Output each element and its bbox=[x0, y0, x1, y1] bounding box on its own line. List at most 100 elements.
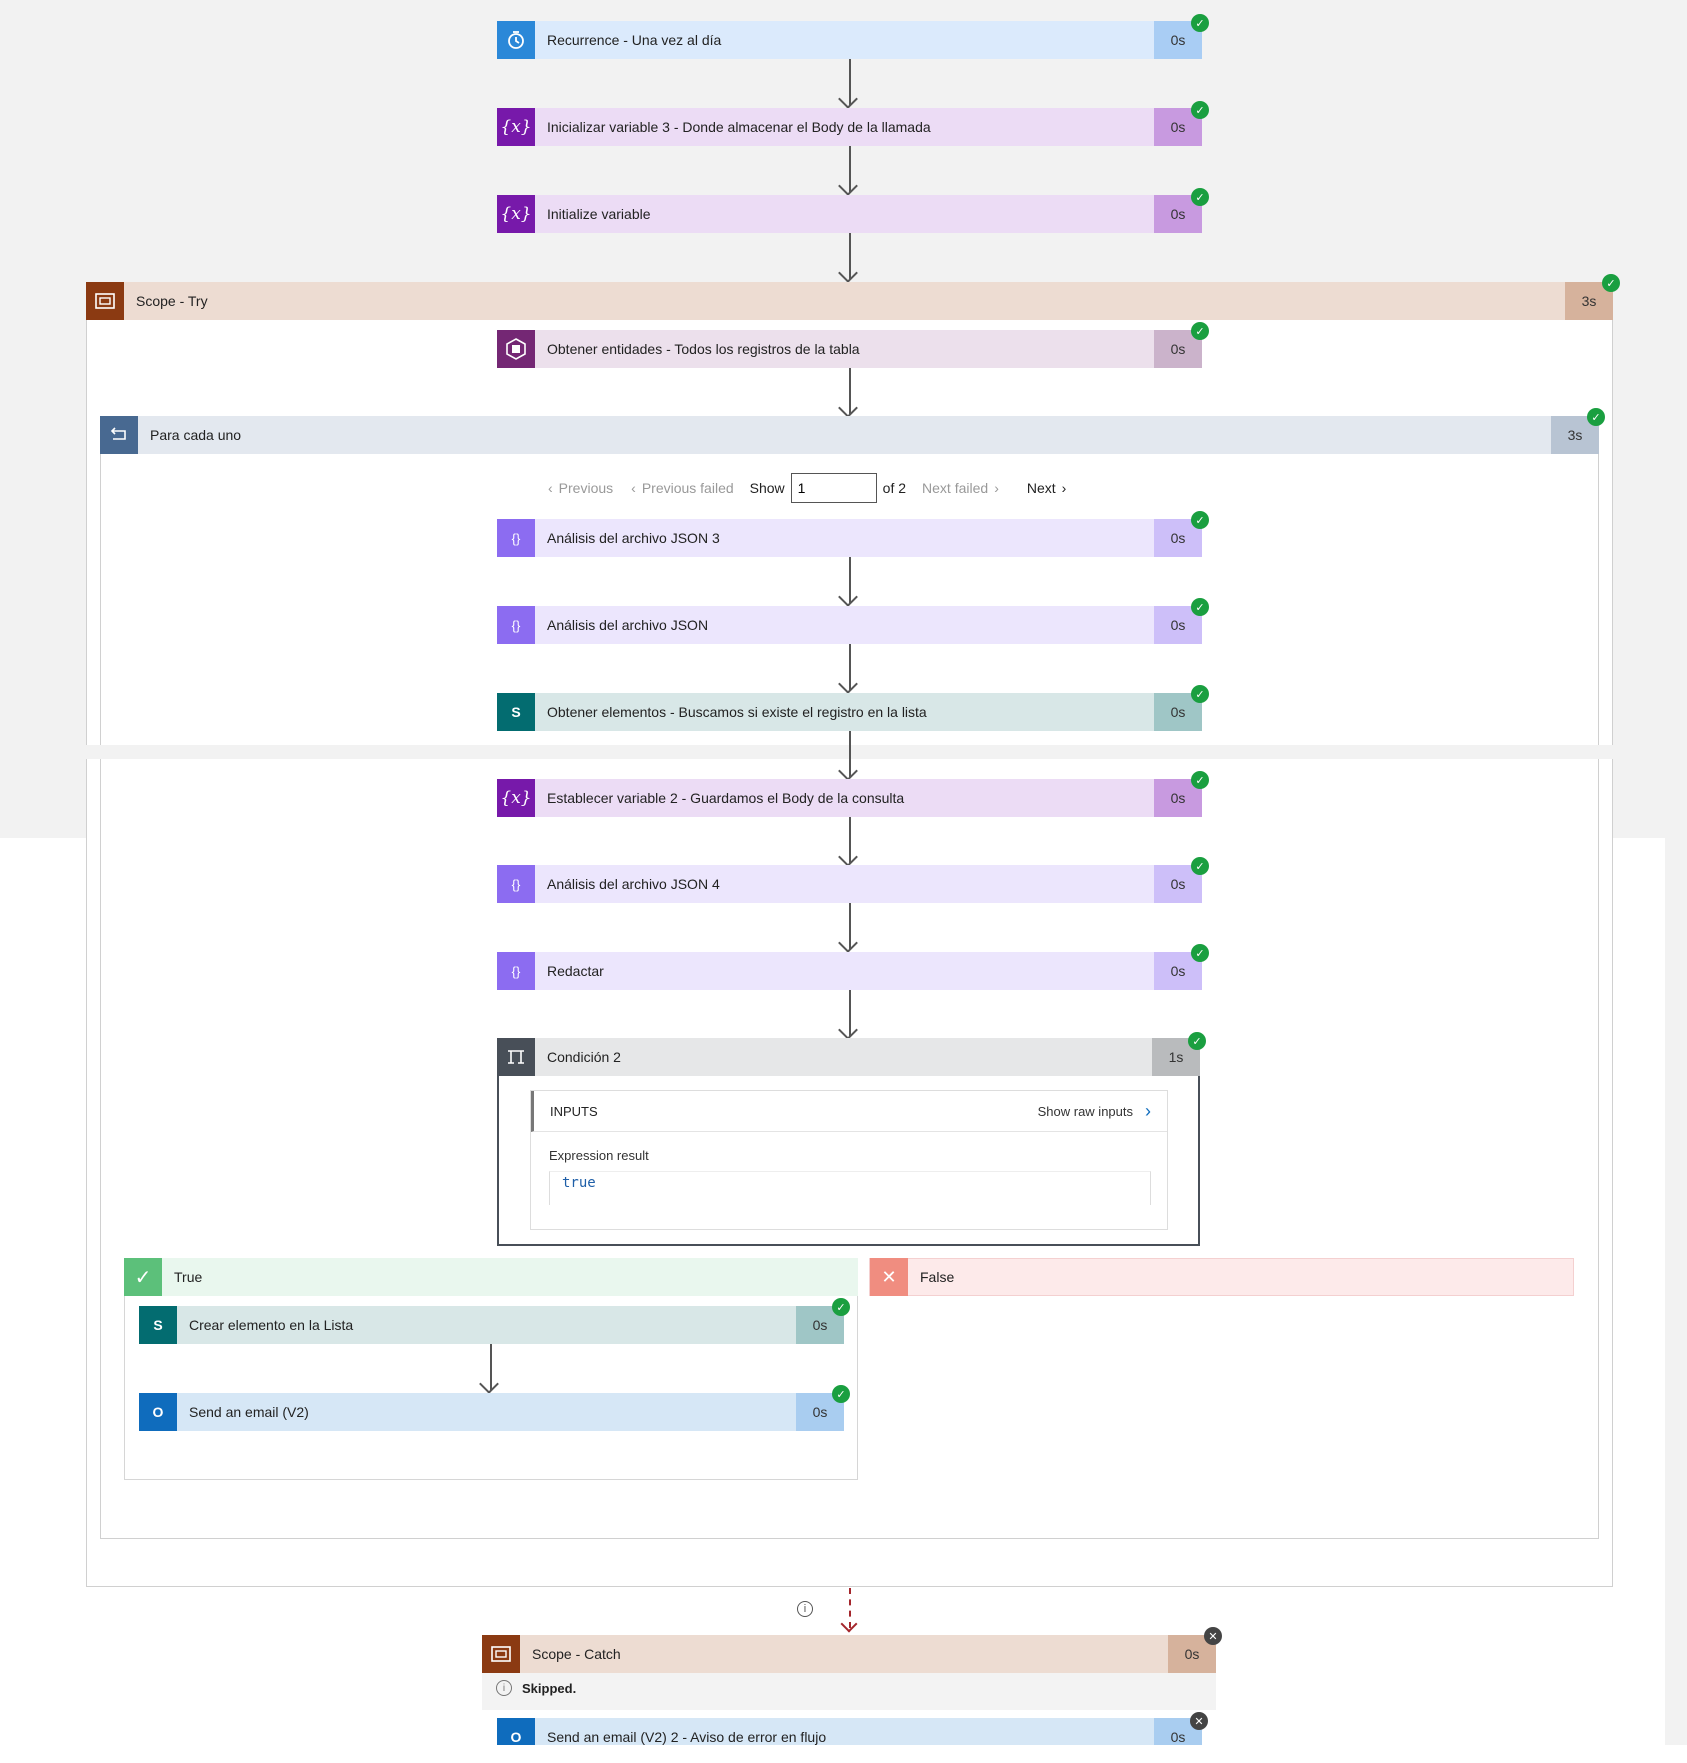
step-title: Análisis del archivo JSON bbox=[547, 617, 709, 633]
step-obtener-elementos[interactable]: S Obtener elementos - Buscamos si existe… bbox=[497, 693, 1202, 731]
connector-arrow bbox=[849, 146, 851, 192]
chevron-right-icon: › bbox=[1061, 480, 1067, 496]
close-icon: ✕ bbox=[870, 1258, 908, 1296]
step-crear-elemento[interactable]: S Crear elemento en la Lista 0s bbox=[139, 1306, 844, 1344]
step-para-cada-uno[interactable]: Para cada uno 3s bbox=[100, 416, 1599, 454]
skipped-x-icon: ✕ bbox=[1204, 1627, 1222, 1645]
step-send-email2[interactable]: O Send an email (V2) 2 - Aviso de error … bbox=[497, 1718, 1202, 1745]
step-scope-catch[interactable]: Scope - Catch 0s bbox=[482, 1635, 1216, 1673]
step-title: Para cada uno bbox=[150, 427, 242, 443]
step-init-var[interactable]: {x} Initialize variable 0s bbox=[497, 195, 1202, 233]
success-check-icon: ✓ bbox=[832, 1298, 850, 1316]
success-check-icon: ✓ bbox=[1191, 188, 1209, 206]
connector-arrow bbox=[849, 817, 851, 863]
step-title: Condición 2 bbox=[547, 1049, 621, 1065]
show-raw-inputs-link[interactable]: Show raw inputs bbox=[1038, 1104, 1133, 1119]
variable-icon: {x} bbox=[497, 195, 535, 233]
success-check-icon: ✓ bbox=[1587, 408, 1605, 426]
success-check-icon: ✓ bbox=[1191, 685, 1209, 703]
true-branch-header[interactable]: ✓ True bbox=[124, 1258, 858, 1296]
step-condicion2[interactable]: Condición 2 1s bbox=[497, 1038, 1200, 1076]
inputs-box: INPUTS Show raw inputs › Expression resu… bbox=[530, 1090, 1168, 1230]
step-title: Recurrence - Una vez al día bbox=[547, 32, 722, 48]
previous-failed-link[interactable]: Previous failed bbox=[642, 480, 734, 496]
step-title: Send an email (V2) 2 - Aviso de error en… bbox=[547, 1729, 827, 1745]
scope-icon bbox=[86, 282, 124, 320]
json-icon: {} bbox=[497, 519, 535, 557]
false-branch-header[interactable]: ✕ False bbox=[869, 1258, 1574, 1296]
step-recurrence[interactable]: Recurrence - Una vez al día 0s bbox=[497, 21, 1202, 59]
step-obtener-entidades[interactable]: Obtener entidades - Todos los registros … bbox=[497, 330, 1202, 368]
info-icon: i bbox=[496, 1680, 512, 1696]
inputs-header[interactable]: INPUTS Show raw inputs › bbox=[531, 1091, 1167, 1132]
iteration-pager: ‹ Previous ‹ Previous failed Show of 2 N… bbox=[548, 473, 1066, 503]
step-title: Inicializar variable 3 - Donde almacenar… bbox=[547, 119, 931, 135]
sharepoint-icon: S bbox=[497, 693, 535, 731]
connector-arrow bbox=[849, 368, 851, 414]
clock-icon bbox=[497, 21, 535, 59]
connector-arrow bbox=[849, 557, 851, 603]
chevron-right-icon: › bbox=[994, 480, 999, 496]
step-send-email[interactable]: O Send an email (V2) 0s bbox=[139, 1393, 844, 1431]
success-check-icon: ✓ bbox=[1191, 101, 1209, 119]
bottom-fill bbox=[0, 1745, 1687, 1763]
info-icon[interactable]: i bbox=[797, 1601, 813, 1617]
step-title: Establecer variable 2 - Guardamos el Bod… bbox=[547, 790, 905, 806]
step-title: Obtener elementos - Buscamos si existe e… bbox=[547, 704, 927, 720]
step-title: Análisis del archivo JSON 3 bbox=[547, 530, 720, 546]
json-icon: {} bbox=[497, 606, 535, 644]
step-title: Scope - Catch bbox=[532, 1646, 621, 1662]
connector-arrow bbox=[849, 233, 851, 279]
sharepoint-icon: S bbox=[139, 1306, 177, 1344]
clip-container: O Send an email (V2) 2 - Aviso de error … bbox=[0, 1717, 1687, 1745]
step-json4[interactable]: {} Análisis del archivo JSON 4 0s bbox=[497, 865, 1202, 903]
dataverse-icon bbox=[497, 330, 535, 368]
show-label: Show bbox=[749, 480, 785, 496]
of-total-label: of 2 bbox=[882, 480, 907, 496]
step-init-var3[interactable]: {x} Inicializar variable 3 - Donde almac… bbox=[497, 108, 1202, 146]
chevron-left-icon: ‹ bbox=[548, 480, 553, 496]
next-failed-link[interactable]: Next failed bbox=[922, 480, 988, 496]
json-icon: {} bbox=[497, 952, 535, 990]
false-label: False bbox=[920, 1269, 955, 1285]
previous-link[interactable]: Previous bbox=[559, 480, 613, 496]
run-after-arrowhead bbox=[840, 1615, 858, 1633]
expr-label: Expression result bbox=[549, 1148, 649, 1163]
condition-icon bbox=[497, 1038, 535, 1076]
outlook-icon: O bbox=[497, 1718, 535, 1745]
connector-arrow bbox=[849, 644, 851, 690]
success-check-icon: ✓ bbox=[1191, 771, 1209, 789]
connector-arrow bbox=[849, 731, 851, 777]
variable-icon: {x} bbox=[497, 108, 535, 146]
step-title: Redactar bbox=[547, 963, 604, 979]
success-check-icon: ✓ bbox=[1191, 14, 1209, 32]
connector-arrow bbox=[849, 59, 851, 105]
step-title: Scope - Try bbox=[136, 293, 208, 309]
step-title: Análisis del archivo JSON 4 bbox=[547, 876, 720, 892]
connector-arrow bbox=[849, 903, 851, 949]
next-link[interactable]: Next bbox=[1027, 480, 1056, 496]
step-establecer-var2[interactable]: {x} Establecer variable 2 - Guardamos el… bbox=[497, 779, 1202, 817]
outlook-icon: O bbox=[139, 1393, 177, 1431]
step-redactar[interactable]: {} Redactar 0s bbox=[497, 952, 1202, 990]
success-check-icon: ✓ bbox=[1602, 274, 1620, 292]
step-scope-try[interactable]: Scope - Try 3s bbox=[86, 282, 1613, 320]
skipped-label: Skipped. bbox=[522, 1680, 577, 1696]
step-json[interactable]: {} Análisis del archivo JSON 0s bbox=[497, 606, 1202, 644]
success-check-icon: ✓ bbox=[1191, 944, 1209, 962]
scope-icon bbox=[482, 1635, 520, 1673]
step-json3[interactable]: {} Análisis del archivo JSON 3 0s bbox=[497, 519, 1202, 557]
success-check-icon: ✓ bbox=[1191, 511, 1209, 529]
canvas-background-right bbox=[1665, 838, 1687, 1763]
step-title: Initialize variable bbox=[547, 206, 651, 222]
chevron-left-icon: ‹ bbox=[631, 480, 636, 496]
json-icon: {} bbox=[497, 865, 535, 903]
step-title: Send an email (V2) bbox=[189, 1404, 309, 1420]
chevron-right-icon: › bbox=[1145, 1100, 1151, 1121]
connector-arrow bbox=[849, 990, 851, 1036]
inputs-label: INPUTS bbox=[550, 1103, 598, 1119]
expr-value-box: true bbox=[549, 1171, 1151, 1205]
iteration-input[interactable] bbox=[790, 473, 877, 503]
connector-arrow bbox=[490, 1344, 492, 1390]
skipped-x-icon: ✕ bbox=[1190, 1712, 1208, 1730]
